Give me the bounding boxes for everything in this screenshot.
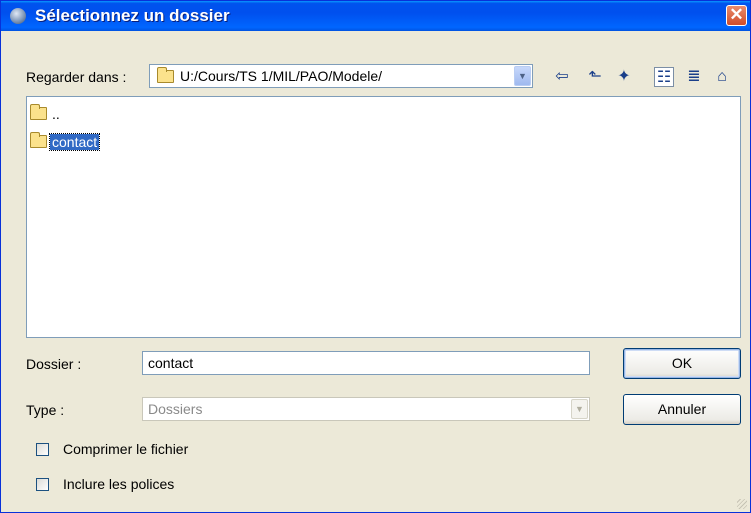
cancel-button[interactable]: Annuler xyxy=(623,394,741,425)
folder-label: Dossier : xyxy=(26,356,82,372)
folder-name-input[interactable] xyxy=(142,351,590,375)
chevron-down-icon: ▼ xyxy=(571,399,588,419)
compress-checkbox[interactable] xyxy=(36,443,49,456)
folder-icon xyxy=(30,132,47,148)
ok-button[interactable]: OK xyxy=(623,348,741,379)
lookin-combo[interactable]: U:/Cours/TS 1/MIL/PAO/Modele/ ▼ xyxy=(149,64,533,88)
list-item-label: contact xyxy=(48,133,101,151)
dialog-title: Sélectionnez un dossier xyxy=(35,6,230,25)
chevron-down-icon[interactable]: ▼ xyxy=(514,66,531,86)
lookin-path: U:/Cours/TS 1/MIL/PAO/Modele/ xyxy=(180,68,383,84)
folder-icon xyxy=(157,67,174,83)
list-item-label: .. xyxy=(52,106,60,122)
file-list[interactable]: .. contact xyxy=(26,96,741,338)
include-fonts-checkbox[interactable] xyxy=(36,478,49,491)
app-icon xyxy=(10,8,26,24)
type-label: Type : xyxy=(26,402,65,418)
back-icon[interactable]: ⇦ xyxy=(552,67,572,87)
type-select-value: Dossiers xyxy=(148,401,203,417)
type-select: Dossiers ▼ xyxy=(142,397,590,421)
folder-icon xyxy=(30,104,47,120)
resize-grip[interactable] xyxy=(737,499,747,509)
new-folder-icon[interactable]: ✦ xyxy=(614,67,634,87)
up-folder-icon[interactable]: ⬑ xyxy=(585,67,605,87)
close-button[interactable]: ✕ xyxy=(726,5,747,26)
title-bar[interactable]: Sélectionnez un dossier ✕ xyxy=(1,1,750,31)
compress-label: Comprimer le fichier xyxy=(63,441,189,457)
include-fonts-label: Inclure les polices xyxy=(63,476,175,492)
dialog-window: Sélectionnez un dossier ✕ Regarder dans … xyxy=(0,0,751,513)
lookin-label: Regarder dans : xyxy=(26,69,127,85)
list-view-icon[interactable]: ☷ xyxy=(654,67,674,87)
details-view-icon[interactable]: ≣ xyxy=(684,67,704,87)
home-icon[interactable]: ⌂ xyxy=(712,67,732,87)
